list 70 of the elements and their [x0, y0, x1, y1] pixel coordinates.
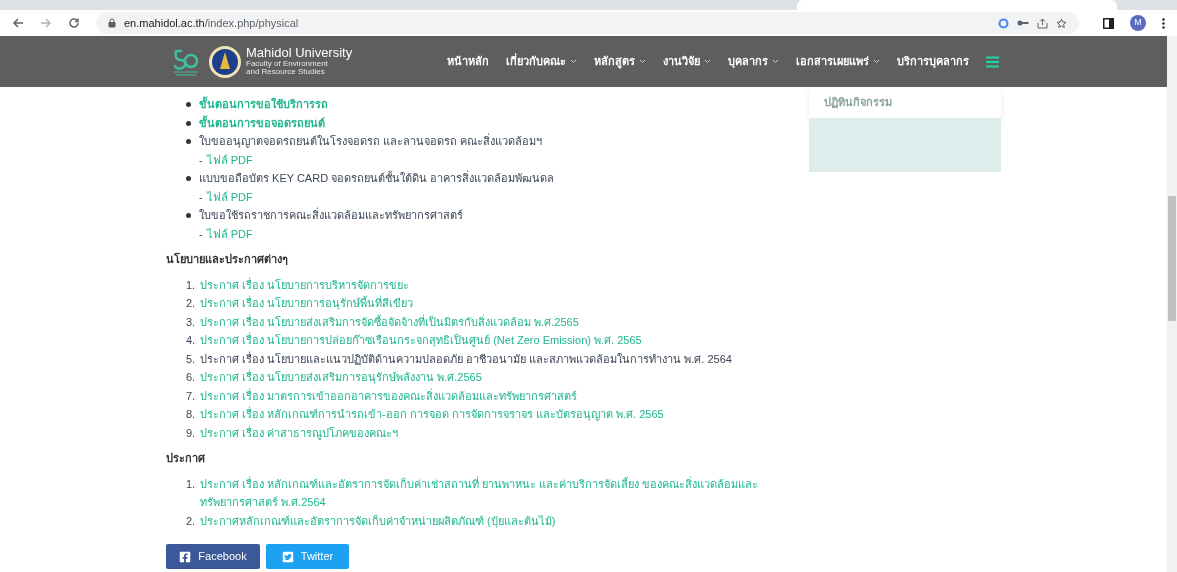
faculty-name: Faculty of Environment [246, 59, 328, 69]
university-name: Mahidol University [246, 46, 353, 60]
announcement-link[interactable]: ประกาศ เรื่อง นโยบายการอนุรักษ์พื้นที่สีเขียว [200, 294, 790, 313]
announcement-text: ประกาศ เรื่อง นโยบายและแนวปฏิบัติด้านความปลอดภัย อาชีวอนามัย และสภาพแวดล้อมในการทำงาน พ.ศ. 2564 [200, 350, 733, 367]
announcement-link[interactable]: ประกาศ เรื่อง มาตรการเข้าออกอาคารของคณะสิ่งแวดล้อมและทรัพยากรศาสตร์ [200, 386, 790, 405]
facebook-share-button[interactable]: Facebook [166, 544, 260, 569]
list-item-text: ใบขออนุญาตจอดรถยนต์ในโรงจอดรถ และลานจอดรถ คณะสิ่งแวดล้อมฯ [199, 132, 543, 150]
faculty-name: and Resource Studies [246, 68, 326, 77]
scrollbar[interactable] [1167, 36, 1177, 572]
list-number: 2. [186, 513, 197, 529]
list-number: 9. [186, 425, 197, 441]
list-number: 2. [186, 296, 197, 311]
menu-icon[interactable] [986, 55, 999, 68]
dash-text: - [199, 152, 203, 168]
calendar-link[interactable]: ปฏิทินกิจกรรม [824, 96, 892, 108]
star-icon[interactable] [1056, 17, 1067, 29]
chevron-down-icon [639, 59, 646, 64]
announcement-link[interactable]: ประกาศ เรื่อง นโยบายส่งเสริมการอนุรักษ์พลังงาน พ.ศ.2565 [200, 368, 790, 387]
dash-text: - [199, 189, 203, 205]
share-icon[interactable] [1037, 17, 1048, 29]
nav-link[interactable]: บริการบุคลากร [897, 53, 969, 70]
section-heading: ประกาศ [166, 451, 206, 466]
university-seal-logo [208, 44, 242, 79]
announcement-link[interactable]: ประกาศ เรื่อง หลักเกณฑ์และอัตราการจัดเก็บค่าเช่าสถานที่ ยานพาหนะ และค่าบริการจัดเลี้ยง ของคณะสิ่งแวดล้อมและทรัพยากรศาสตร์ พ.ศ.2564 [200, 474, 790, 512]
list-number: 5. [186, 351, 197, 367]
key-icon[interactable] [1017, 19, 1029, 27]
pdf-link[interactable]: ไฟล์ PDF [206, 150, 253, 169]
chevron-down-icon [704, 59, 711, 64]
reload-icon[interactable] [68, 17, 80, 29]
facebook-icon [179, 550, 192, 563]
announcement-link[interactable]: ประกาศ เรื่อง นโยบายการบริหารจัดการขยะ [200, 275, 790, 294]
google-icon[interactable] [998, 17, 1009, 29]
nav-link[interactable]: หน้าหลัก [447, 53, 489, 70]
more-icon[interactable] [1162, 17, 1165, 29]
list-item-text: แบบขอถือบัตร KEY CARD จอดรถยนต์ชั้นใต้ดิน อาคารสิ่งแวดล้อมพัฒนดล [199, 169, 555, 186]
side-panel-icon[interactable] [1103, 17, 1114, 29]
chevron-down-icon [873, 59, 880, 64]
list-number: 4. [186, 333, 197, 348]
address-bar[interactable]: en.mahidol.ac.th/index.php/physical [96, 12, 1079, 34]
announcement-link[interactable]: ประกาศ เรื่อง หลักเกณฑ์การนำรถเข้า-ออก การจอด การจัดการจราจร และบัตรอนุญาต พ.ศ. 2565 [200, 405, 790, 424]
nav-link[interactable]: เกี่ยวกับคณะ [506, 53, 577, 70]
page-link[interactable]: ขั้นตอนการขอใช้บริการรถ [199, 95, 328, 114]
lock-icon [108, 18, 116, 28]
url-text: en.mahidol.ac.th/index.php/physical [124, 15, 299, 31]
nav-link[interactable]: บุคลากร [728, 53, 779, 70]
list-number: 7. [186, 388, 197, 404]
nav-link[interactable]: เอกสารเผยแพร่ [796, 53, 880, 70]
profile-avatar[interactable]: M [1130, 15, 1146, 31]
announcement-link[interactable]: ประกาศ เรื่อง ค่าสาธารณูปโภคของคณะฯ [200, 423, 790, 442]
pdf-link[interactable]: ไฟล์ PDF [206, 187, 253, 206]
announcement-link[interactable]: ประกาศ เรื่อง นโยบายการปล่อยก๊าซเรือนกระจกสุทธิเป็นศูนย์ (Net Zero Emission) พ.ศ. 2565 [200, 331, 790, 350]
chevron-down-icon [570, 59, 577, 64]
chevron-down-icon [772, 59, 779, 64]
nav-link[interactable]: หลักสูตร [594, 53, 646, 70]
back-arrow-icon[interactable] [12, 17, 24, 29]
twitter-icon [281, 550, 294, 563]
page-link[interactable]: ขั้นตอนการขอจอดรถยนต์ [199, 113, 325, 132]
list-item-text: ใบขอใช้รถราชการคณะสิ่งแวดล้อมและทรัพยากรศาสตร์ [199, 206, 463, 223]
section-heading: นโยบายและประกาศต่างๆ [166, 251, 289, 267]
list-number: 1. [186, 277, 197, 293]
twitter-share-button[interactable]: Twitter [266, 544, 349, 569]
pdf-link[interactable]: ไฟล์ PDF [206, 224, 253, 243]
dash-text: - [199, 226, 203, 242]
list-number: 3. [186, 314, 197, 330]
nav-link[interactable]: งานวิจัย [663, 53, 711, 70]
list-number: 6. [186, 370, 197, 385]
list-number: 1. [186, 476, 197, 492]
list-number: 8. [186, 407, 197, 422]
announcement-link[interactable]: ประกาศหลักเกณฑ์และอัตราการจัดเก็บค่าจำหน่ายผลิตภัณฑ์ (ปุ๋ยและต้นไม้) [200, 511, 790, 530]
announcement-link[interactable]: ประกาศ เรื่อง นโยบายส่งเสริมการจัดซื้อจัดจ้างที่เป็นมิตรกับสิ่งแวดล้อม พ.ศ.2565 [200, 312, 790, 331]
